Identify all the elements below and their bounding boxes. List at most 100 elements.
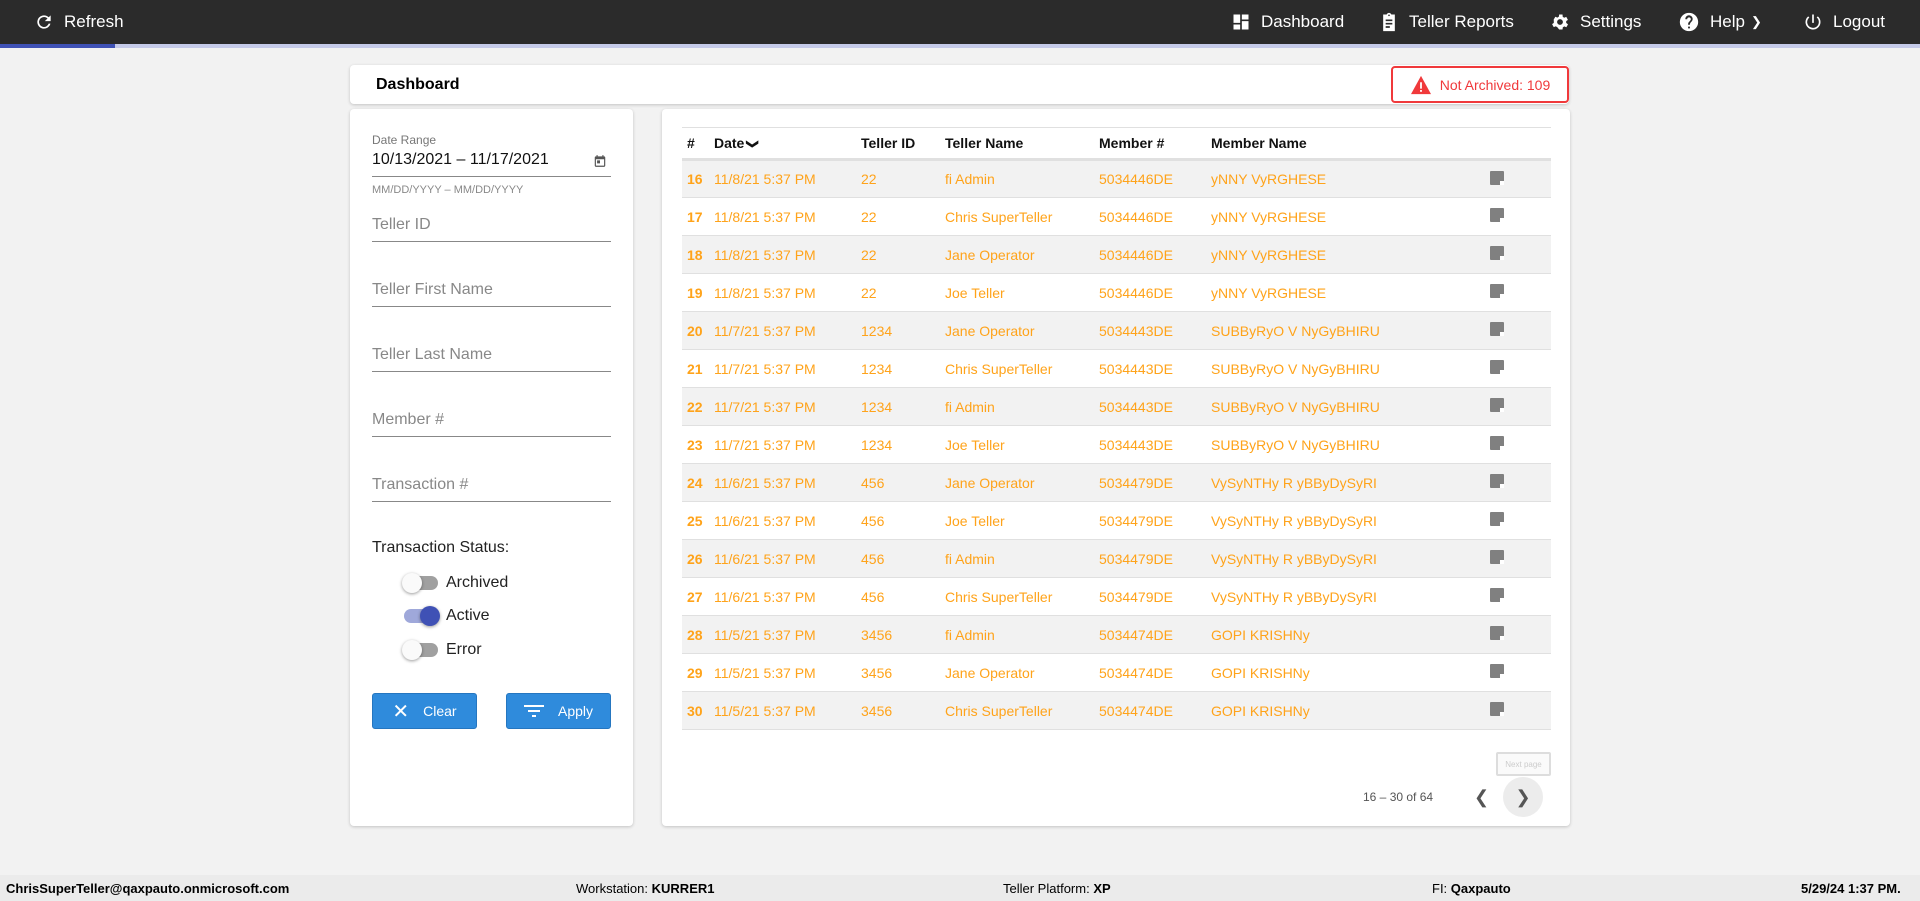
active-toggle[interactable] [404, 606, 440, 626]
table-row[interactable]: 20 11/7/21 5:37 PM 1234 Jane Operator 503444… [682, 311, 1551, 350]
note-icon[interactable] [1490, 588, 1504, 602]
table-row[interactable]: 26 11/6/21 5:37 PM 456 fi Admin 5034479DE VyS… [682, 539, 1551, 578]
teller-id-input[interactable]: Teller ID [372, 216, 611, 242]
row-member-number: 5034474DE [1099, 653, 1211, 692]
teller-first-name-input[interactable]: Teller First Name [372, 281, 611, 307]
table-row[interactable]: 30 11/5/21 5:37 PM 3456 Chris SuperTeller 50… [682, 691, 1551, 730]
row-date: 11/6/21 5:37 PM [714, 577, 861, 616]
col-header-member-number[interactable]: Member # [1099, 127, 1211, 161]
row-note-cell [1490, 425, 1551, 464]
note-icon[interactable] [1490, 284, 1504, 298]
clipboard-icon [1383, 12, 1395, 32]
note-icon[interactable] [1490, 246, 1504, 260]
apply-button[interactable]: Apply [506, 693, 611, 729]
row-date: 11/5/21 5:37 PM [714, 653, 861, 692]
date-range-input[interactable]: 10/13/2021 – 11/17/2021 [372, 151, 611, 177]
nav-settings[interactable]: Settings [1550, 0, 1641, 44]
table-row[interactable]: 25 11/6/21 5:37 PM 456 Joe Teller 5034479DE V… [682, 501, 1551, 540]
top-navbar: Refresh Dashboard Teller Reports Setting… [0, 0, 1920, 44]
table-row[interactable]: 23 11/7/21 5:37 PM 1234 Joe Teller 5034443DE… [682, 425, 1551, 464]
col-header-number[interactable]: # [682, 127, 714, 161]
row-member-name: VySyNTHy R yBByDySyRI [1211, 577, 1490, 616]
clear-button[interactable]: ✕ Clear [372, 693, 477, 729]
row-member-number: 5034474DE [1099, 691, 1211, 730]
nav-teller-reports[interactable]: Teller Reports [1379, 0, 1514, 44]
row-member-name: yNNY VyRGHESE [1211, 235, 1490, 274]
note-icon[interactable] [1490, 550, 1504, 564]
row-date: 11/5/21 5:37 PM [714, 691, 861, 730]
note-icon[interactable] [1490, 208, 1504, 222]
row-note-cell [1490, 311, 1551, 350]
next-page-button[interactable]: ❯ [1503, 777, 1543, 817]
teller-last-name-input[interactable]: Teller Last Name [372, 346, 611, 372]
refresh-label: Refresh [64, 12, 124, 31]
row-teller-name: Joe Teller [945, 425, 1099, 464]
table-row[interactable]: 16 11/8/21 5:37 PM 22 fi Admin 5034446DE yNNY… [682, 159, 1551, 198]
row-date: 11/5/21 5:37 PM [714, 615, 861, 654]
nav-logout[interactable]: Logout [1803, 0, 1885, 44]
error-toggle[interactable] [402, 640, 438, 660]
row-teller-name: fi Admin [945, 539, 1099, 578]
row-teller-id: 22 [861, 273, 945, 312]
not-archived-badge[interactable]: Not Archived: 109 [1391, 66, 1569, 103]
table-row[interactable]: 19 11/8/21 5:37 PM 22 Joe Teller 5034446DE yN… [682, 273, 1551, 312]
nav-help[interactable]: Help ❯ [1678, 0, 1762, 44]
table-row[interactable]: 17 11/8/21 5:37 PM 22 Chris SuperTeller 5034… [682, 197, 1551, 236]
table-row[interactable]: 29 11/5/21 5:37 PM 3456 Jane Operator 503447… [682, 653, 1551, 692]
row-member-name: yNNY VyRGHESE [1211, 273, 1490, 312]
row-teller-id: 1234 [861, 387, 945, 426]
table-row[interactable]: 18 11/8/21 5:37 PM 22 Jane Operator 5034446D… [682, 235, 1551, 274]
nav-dashboard[interactable]: Dashboard [1231, 0, 1344, 44]
note-icon[interactable] [1490, 360, 1504, 374]
status-footer: ChrisSuperTeller@qaxpauto.onmicrosoft.co… [0, 875, 1920, 901]
table-row[interactable]: 21 11/7/21 5:37 PM 1234 Chris SuperTeller 50… [682, 349, 1551, 388]
table-row[interactable]: 24 11/6/21 5:37 PM 456 Jane Operator 5034479… [682, 463, 1551, 502]
row-member-name: yNNY VyRGHESE [1211, 197, 1490, 236]
note-icon[interactable] [1490, 474, 1504, 488]
col-header-teller-id[interactable]: Teller ID [861, 127, 945, 161]
archived-toggle[interactable] [402, 573, 438, 593]
note-icon[interactable] [1490, 170, 1504, 185]
calendar-icon[interactable] [593, 154, 607, 168]
transaction-number-input[interactable]: Transaction # [372, 476, 611, 502]
table-row[interactable]: 27 11/6/21 5:37 PM 456 Chris SuperTeller 503… [682, 577, 1551, 616]
row-note-cell [1490, 235, 1551, 274]
row-date: 11/8/21 5:37 PM [714, 159, 861, 198]
note-icon[interactable] [1490, 436, 1504, 450]
row-teller-name: fi Admin [945, 615, 1099, 654]
note-icon[interactable] [1490, 398, 1504, 412]
note-icon[interactable] [1490, 702, 1504, 716]
table-row[interactable]: 28 11/5/21 5:37 PM 3456 fi Admin 5034474DE GO… [682, 615, 1551, 654]
note-icon[interactable] [1490, 512, 1504, 526]
col-header-member-name[interactable]: Member Name [1211, 127, 1490, 161]
row-teller-name: Jane Operator [945, 311, 1099, 350]
member-number-input[interactable]: Member # [372, 411, 611, 437]
nav-settings-label: Settings [1580, 12, 1642, 31]
note-icon[interactable] [1490, 626, 1504, 640]
note-icon[interactable] [1490, 664, 1504, 678]
filter-panel: Date Range 10/13/2021 – 11/17/2021 MM/DD… [350, 109, 633, 826]
note-icon[interactable] [1490, 322, 1504, 336]
col-header-date[interactable]: Date ❯ [714, 127, 861, 161]
date-format-hint: MM/DD/YYYY – MM/DD/YYYY [372, 184, 524, 196]
row-date: 11/7/21 5:37 PM [714, 311, 861, 350]
transactions-table: # Date ❯ Teller ID Teller Name Member # … [682, 127, 1551, 730]
table-row[interactable]: 22 11/7/21 5:37 PM 1234 fi Admin 5034443DE SU… [682, 387, 1551, 426]
row-teller-name: Jane Operator [945, 653, 1099, 692]
previous-page-button[interactable]: ❮ [1474, 787, 1489, 808]
row-teller-id: 456 [861, 577, 945, 616]
col-header-teller-name[interactable]: Teller Name [945, 127, 1099, 161]
row-note-cell [1490, 615, 1551, 654]
row-date: 11/8/21 5:37 PM [714, 235, 861, 274]
row-teller-id: 456 [861, 501, 945, 540]
chevron-down-icon: ❯ [1750, 14, 1762, 29]
page-title: Dashboard [376, 76, 460, 93]
row-member-number: 5034443DE [1099, 387, 1211, 426]
row-teller-id: 22 [861, 197, 945, 236]
footer-fi: FI: Qaxpauto [1432, 881, 1511, 896]
row-note-cell [1490, 653, 1551, 692]
refresh-button[interactable]: Refresh [34, 0, 124, 44]
row-note-cell [1490, 501, 1551, 540]
row-teller-id: 3456 [861, 653, 945, 692]
row-number: 19 [682, 273, 714, 312]
